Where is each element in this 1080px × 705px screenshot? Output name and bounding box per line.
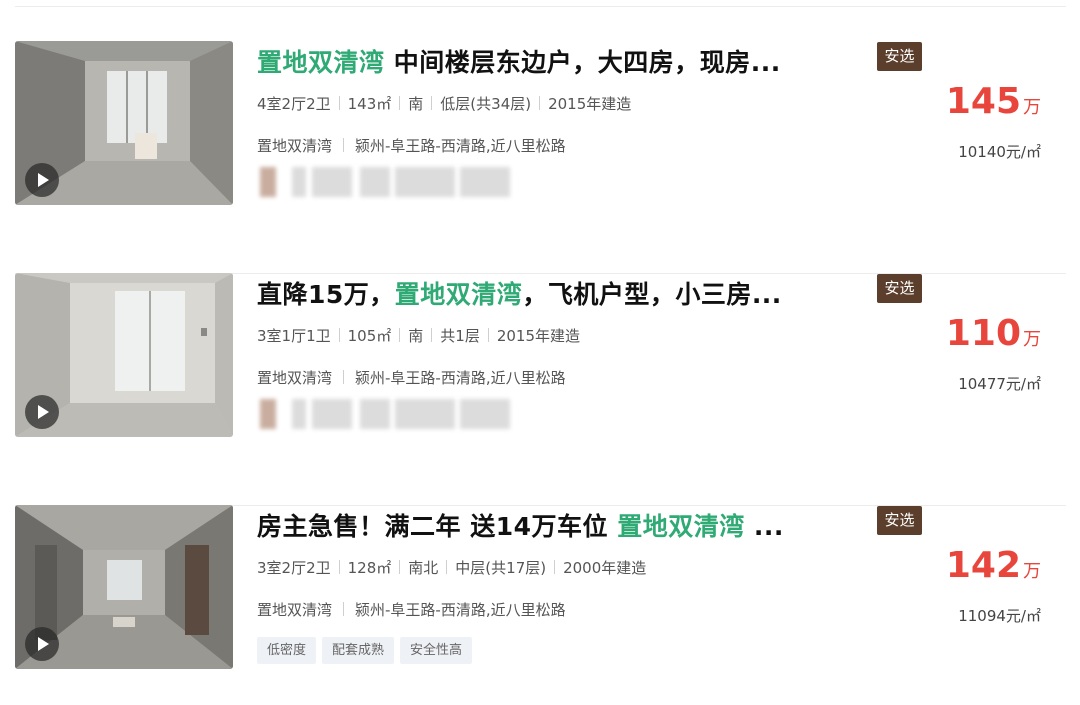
district: 颍州-阜王路-西清路,近八里松路 bbox=[355, 137, 566, 155]
build-year: 2015年建造 bbox=[548, 95, 632, 113]
floor: 中层(共17层) bbox=[455, 559, 547, 577]
anxuan-badge: 安选 bbox=[877, 42, 922, 71]
listing-title[interactable]: 房主急售！满二年 送14万车位 置地双清湾 ... bbox=[257, 507, 867, 541]
community-link[interactable]: 置地双清湾 bbox=[257, 137, 332, 155]
listing-attributes: 3室1厅1卫 105㎡南共1层 2015年建造 bbox=[257, 325, 580, 346]
floor: 共1层 bbox=[440, 327, 480, 345]
tag-low-density: 低密度 bbox=[257, 637, 317, 664]
tag-safety: 安全性高 bbox=[400, 637, 473, 664]
listing-photo[interactable] bbox=[15, 505, 233, 669]
feature-tags: 低密度 配套成熟 安全性高 bbox=[257, 637, 478, 664]
unit-price: 10140元/㎡ bbox=[958, 143, 1041, 161]
listing-attributes: 3室2厅2卫 128㎡ 南北 中层(共17层) 2000年建造 bbox=[257, 557, 646, 578]
community-link[interactable]: 置地双清湾 bbox=[257, 369, 332, 387]
listing-photo[interactable] bbox=[15, 273, 233, 437]
listing-photo[interactable] bbox=[15, 41, 233, 205]
district: 颍州-阜王路-西清路,近八里松路 bbox=[355, 601, 566, 619]
tag-amenities: 配套成熟 bbox=[322, 637, 395, 664]
listing-location: 置地双清湾 颍州-阜王路-西清路,近八里松路 bbox=[257, 599, 566, 620]
district: 颍州-阜王路-西清路,近八里松路 bbox=[355, 369, 566, 387]
orientation: 南 bbox=[408, 95, 424, 113]
community-link[interactable]: 置地双清湾 bbox=[257, 601, 332, 619]
orientation: 南 bbox=[408, 327, 424, 345]
total-price: 110 万 bbox=[945, 313, 1041, 354]
anxuan-badge: 安选 bbox=[877, 506, 922, 535]
area: 128㎡ bbox=[347, 559, 392, 577]
listing-title[interactable]: 置地双清湾 中间楼层东边户，大四房，现房... bbox=[257, 43, 867, 77]
orientation: 南北 bbox=[408, 559, 439, 577]
unit-price: 11094元/㎡ bbox=[958, 607, 1041, 625]
listing-location: 置地双清湾 颍州-阜王路-西清路,近八里松路 bbox=[257, 367, 566, 388]
anxuan-badge: 安选 bbox=[877, 274, 922, 303]
layout: 3室2厅2卫 bbox=[257, 559, 331, 577]
top-divider bbox=[15, 6, 1066, 7]
listing-card[interactable]: 置地双清湾 中间楼层东边户，大四房，现房... 安选 4室2厅2卫 143㎡南低层… bbox=[15, 41, 1066, 274]
play-icon[interactable] bbox=[25, 395, 59, 429]
build-year: 2000年建造 bbox=[563, 559, 647, 577]
layout: 4室2厅2卫 bbox=[257, 95, 331, 113]
total-price: 142 万 bbox=[945, 545, 1041, 586]
listing-location: 置地双清湾 颍州-阜王路-西清路,近八里松路 bbox=[257, 135, 566, 156]
area: 105㎡ bbox=[347, 327, 392, 345]
build-year: 2015年建造 bbox=[496, 327, 581, 345]
total-price: 145 万 bbox=[945, 81, 1041, 122]
play-icon[interactable] bbox=[25, 163, 59, 197]
listing-title[interactable]: 直降15万，置地双清湾，飞机户型，小三房... bbox=[257, 275, 867, 309]
listing-attributes: 4室2厅2卫 143㎡南低层(共34层) 2015年建造 bbox=[257, 93, 631, 114]
floor: 低层(共34层) bbox=[440, 95, 532, 113]
listing-card[interactable]: 直降15万，置地双清湾，飞机户型，小三房... 安选 3室1厅1卫 105㎡南共1… bbox=[15, 273, 1066, 506]
play-icon[interactable] bbox=[25, 627, 59, 661]
area: 143㎡ bbox=[347, 95, 392, 113]
listing-card[interactable]: 房主急售！满二年 送14万车位 置地双清湾 ... 安选 3室2厅2卫 128㎡南… bbox=[15, 505, 1066, 705]
layout: 3室1厅1卫 bbox=[257, 327, 331, 345]
unit-price: 10477元/㎡ bbox=[958, 375, 1041, 393]
